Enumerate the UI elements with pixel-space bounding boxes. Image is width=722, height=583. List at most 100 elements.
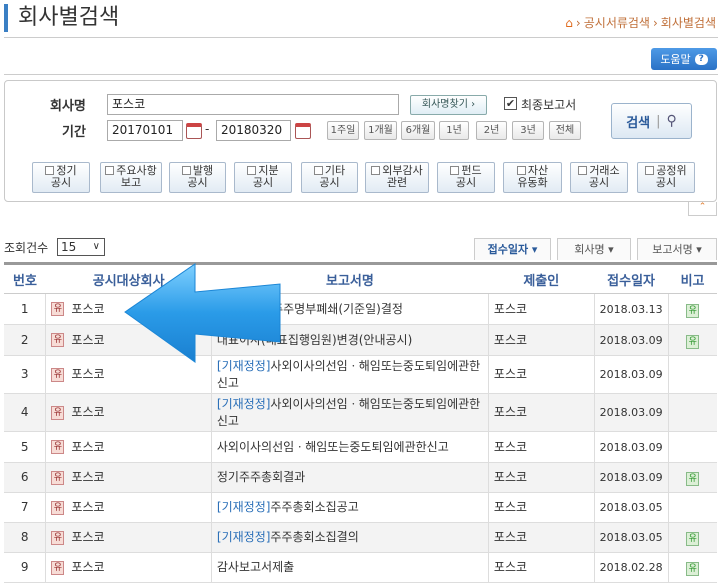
company-cell[interactable]: 유 포스코 (45, 522, 212, 553)
report-link[interactable]: 감사보고서제출 (217, 560, 294, 574)
report-cell[interactable]: 감사보고서제출 (211, 552, 489, 583)
period-1week-button[interactable]: 1주일 (327, 121, 359, 140)
category-abs[interactable]: 자산 유동화 (503, 162, 562, 193)
category-issue[interactable]: 발행 공시 (169, 162, 226, 193)
report-link[interactable]: 정기주주총회결과 (217, 470, 305, 484)
final-report-checkbox[interactable]: ✔ (504, 97, 517, 110)
date-cell: 2018.03.09 (594, 324, 669, 356)
category-ftc[interactable]: 공정위 공시 (637, 162, 695, 193)
note-cell (668, 431, 717, 463)
table-row[interactable]: 7 유 포스코 [기재정정]주주총회소집공고 포스코 2018.03.05 (4, 492, 717, 523)
table-row[interactable]: 1 유 포스코 배당을위한주주명부폐쇄(기준일)결정 포스코 2018.03.13… (4, 293, 717, 325)
submitter-cell: 포스코 (488, 522, 595, 553)
find-company-button[interactable]: 회사명찾기 › (410, 95, 487, 115)
breadcrumb-item[interactable]: 회사별검색 (661, 14, 716, 31)
report-link[interactable]: 주주총회소집공고 (270, 500, 358, 514)
collapse-toggle-icon[interactable]: ⌃ (688, 202, 717, 216)
report-cell[interactable]: [기재정정]주주총회소집공고 (211, 492, 489, 523)
home-icon[interactable]: ⌂ (565, 16, 573, 30)
category-fund[interactable]: 펀드 공시 (437, 162, 495, 193)
period-1year-button[interactable]: 1년 (439, 121, 469, 140)
help-icon: ? (694, 53, 708, 65)
table-row[interactable]: 9 유 포스코 감사보고서제출 포스코 2018.02.28 유 (4, 552, 717, 583)
company-cell[interactable]: 유 포스코 (45, 462, 212, 493)
note-cell (668, 355, 717, 394)
table-row[interactable]: 2 유 포스코 대표이사(대표집행임원)변경(안내공시) 포스코 2018.03.… (4, 324, 717, 356)
period-all-button[interactable]: 전체 (549, 121, 581, 140)
end-date-input[interactable]: 20180320 (216, 120, 291, 141)
company-cell[interactable]: 유 포스코 (45, 393, 212, 432)
period-6month-button[interactable]: 6개월 (401, 121, 435, 140)
col-header: 비고 (668, 263, 717, 294)
sort-tab-company[interactable]: 회사명 ▾ (557, 238, 631, 260)
col-header: 접수일자 (594, 263, 669, 294)
note-tag-icon: 유 (686, 303, 700, 318)
report-cell[interactable]: [기재정정]주주총회소집결의 (211, 522, 489, 553)
date-cell: 2018.03.09 (594, 355, 669, 394)
note-cell: 유 (668, 324, 717, 356)
row-number: 4 (4, 393, 47, 432)
market-tag-icon: 유 (51, 405, 65, 420)
note-cell: 유 (668, 462, 717, 493)
company-input[interactable]: 포스코 (107, 94, 399, 115)
breadcrumb-item[interactable]: 공시서류검색 (584, 14, 650, 31)
submitter-cell: 포스코 (488, 552, 595, 583)
company-cell[interactable]: 유 포스코 (45, 431, 212, 463)
breadcrumb: ⌂ › 공시서류검색 › 회사별검색 (565, 14, 716, 31)
category-audit[interactable]: 외부감사 관련 (365, 162, 429, 193)
category-exchange[interactable]: 거래소 공시 (570, 162, 628, 193)
help-button[interactable]: 도움말? (651, 48, 717, 70)
row-number: 7 (4, 492, 47, 523)
report-link[interactable]: 주주총회소집결의 (270, 530, 358, 544)
table-row[interactable]: 5 유 포스코 사외이사의선임ㆍ해임또는중도퇴임에관한신고 포스코 2018.03… (4, 431, 717, 463)
table-row[interactable]: 4 유 포스코 [기재정정]사외이사의선임ㆍ해임또는중도퇴임에관한신고 포스코 2… (4, 393, 717, 432)
magnifier-icon: ⚲ (666, 113, 677, 129)
company-link[interactable]: 포스코 (71, 333, 104, 347)
report-cell[interactable]: 정기주주총회결과 (211, 462, 489, 493)
category-equity[interactable]: 지분 공시 (234, 162, 292, 193)
calendar-icon[interactable] (295, 123, 311, 139)
start-date-input[interactable]: 20170101 (107, 120, 183, 141)
calendar-icon[interactable] (186, 123, 202, 139)
note-cell: 유 (668, 552, 717, 583)
category-major[interactable]: 주요사항 보고 (100, 162, 162, 193)
period-1month-button[interactable]: 1개월 (364, 121, 397, 140)
note-tag-icon: 유 (686, 532, 700, 546)
count-select[interactable]: 15 ∨ (57, 238, 105, 256)
table-row[interactable]: 6 유 포스코 정기주주총회결과 포스코 2018.03.09 유 (4, 462, 717, 493)
company-link[interactable]: 포스코 (71, 530, 104, 544)
period-separator: - (205, 122, 210, 136)
company-link[interactable]: 포스코 (71, 500, 104, 514)
company-link[interactable]: 포스코 (71, 302, 104, 316)
report-cell[interactable]: 사외이사의선임ㆍ해임또는중도퇴임에관한신고 (211, 431, 489, 463)
category-regular[interactable]: 정기 공시 (32, 162, 90, 193)
company-link[interactable]: 포스코 (71, 367, 104, 381)
table-row[interactable]: 3 유 포스코 [기재정정]사외이사의선임ㆍ해임또는중도퇴임에관한신고 포스코 2… (4, 355, 717, 394)
report-cell[interactable]: [기재정정]사외이사의선임ㆍ해임또는중도퇴임에관한신고 (211, 393, 489, 432)
divider (4, 74, 718, 75)
row-number: 9 (4, 552, 47, 583)
period-2year-button[interactable]: 2년 (476, 121, 507, 140)
correction-prefix: [기재정정] (216, 396, 271, 411)
period-3year-button[interactable]: 3년 (512, 121, 544, 140)
company-link[interactable]: 포스코 (71, 405, 104, 419)
sort-tab-report[interactable]: 보고서명 ▾ (637, 238, 717, 260)
table-row[interactable]: 8 유 포스코 [기재정정]주주총회소집결의 포스코 2018.03.05 유 (4, 522, 717, 553)
report-link[interactable]: 사외이사의선임ㆍ해임또는중도퇴임에관한신고 (217, 440, 449, 454)
company-link[interactable]: 포스코 (71, 560, 104, 574)
submitter-cell: 포스코 (488, 355, 595, 394)
page-title: 회사별검색 (4, 4, 119, 32)
market-tag-icon: 유 (51, 333, 65, 347)
search-button[interactable]: 검색 | ⚲ (611, 103, 692, 139)
company-link[interactable]: 포스코 (71, 470, 104, 484)
submitter-cell: 포스코 (488, 393, 595, 432)
col-header: 번호 (4, 263, 46, 294)
company-cell[interactable]: 유 포스코 (45, 492, 212, 523)
category-other[interactable]: 기타 공시 (301, 162, 358, 193)
final-report-label: 최종보고서 (521, 98, 577, 112)
sort-tab-date[interactable]: 접수일자 ▾ (474, 238, 551, 260)
date-cell: 2018.03.13 (594, 293, 669, 325)
company-cell[interactable]: 유 포스코 (45, 552, 212, 583)
chevron-down-icon: ∨ (92, 241, 100, 252)
company-link[interactable]: 포스코 (71, 440, 104, 454)
